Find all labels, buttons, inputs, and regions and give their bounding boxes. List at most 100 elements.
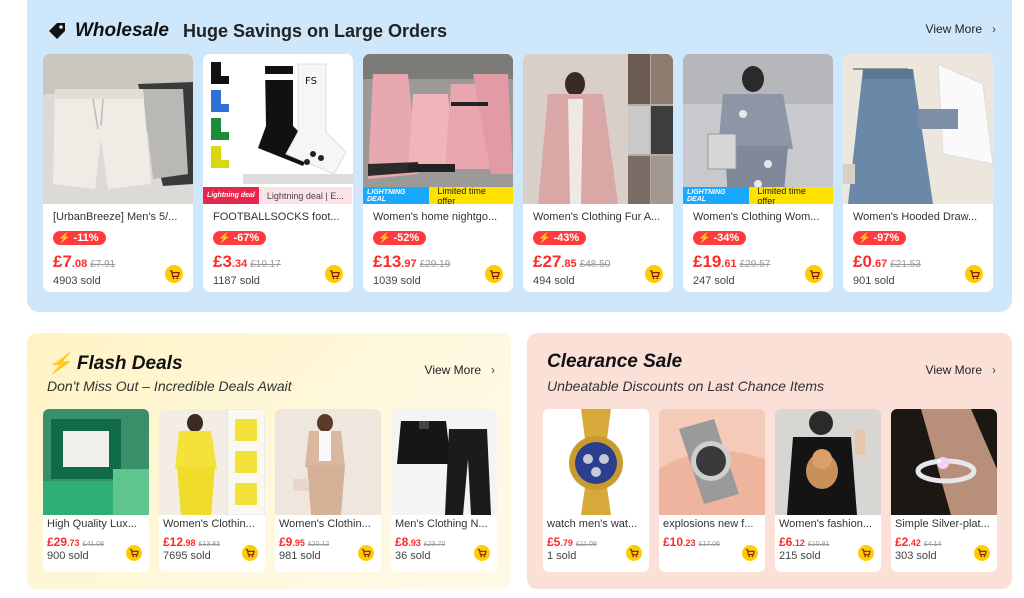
product-card[interactable]: Men's Clothing N... £8.93 £23.70 36 sold: [391, 409, 497, 572]
product-image-gold-watch[interactable]: [543, 409, 649, 515]
cart-icon: [245, 549, 255, 558]
product-card[interactable]: LIGHTNING DEAL Limited time offer Women'…: [683, 54, 833, 292]
product-card[interactable]: Simple Silver-plat... £2.42 £4.14 303 sol…: [891, 409, 997, 572]
product-card[interactable]: watch men's wat... £5.79 £11.09 1 sold: [543, 409, 649, 572]
cart-icon: [129, 549, 139, 558]
view-more-label: View More: [424, 363, 481, 377]
price: £10.23 £17.06: [663, 535, 720, 549]
product-image-bear-tshirt[interactable]: [775, 409, 881, 515]
product-image-grey-shorts[interactable]: [43, 54, 193, 204]
product-image-beige-set[interactable]: [275, 409, 381, 515]
add-to-cart-button[interactable]: [626, 545, 642, 561]
price: £7.08 £7.91: [53, 252, 116, 271]
product-title[interactable]: Women's Hooded Draw...: [853, 211, 987, 223]
discount-badge: ⚡ -97%: [853, 231, 907, 245]
product-title[interactable]: Simple Silver-plat...: [895, 518, 995, 530]
discount-badge: ⚡ -52%: [373, 231, 427, 245]
product-title[interactable]: Women's Clothing Fur A...: [533, 211, 667, 223]
chevron-right-icon: ›: [992, 363, 996, 377]
sold-count: 900 sold: [47, 550, 89, 562]
add-to-cart-button[interactable]: [742, 545, 758, 561]
product-title[interactable]: Women's fashion...: [779, 518, 879, 530]
clearance-sale-section: Clearance Sale Unbeatable Discounts on L…: [527, 333, 1012, 589]
product-title[interactable]: Women's home nightgo...: [373, 211, 507, 223]
cart-icon: [361, 549, 371, 558]
product-card[interactable]: Women's fashion... £6.12 £10.91 215 sold: [775, 409, 881, 572]
wholesale-product-list: [UrbanBreeze] Men's 5/... ⚡ -11% £7.08 £7.…: [43, 54, 993, 292]
product-title[interactable]: Women's Clothin...: [163, 518, 263, 530]
product-image-black-set[interactable]: [391, 409, 497, 515]
cart-icon: [809, 269, 820, 279]
price: £3.34 £10.17: [213, 252, 281, 271]
product-card[interactable]: FS Lightning deal Lightning deal | E... …: [203, 54, 353, 292]
product-title[interactable]: explosions new f...: [663, 518, 763, 530]
product-image-football-socks[interactable]: FS Lightning deal Lightning deal | E...: [203, 54, 353, 204]
product-title[interactable]: High Quality Lux...: [47, 518, 147, 530]
sold-count: 1 sold: [547, 550, 577, 562]
product-image-silver-ring[interactable]: [891, 409, 997, 515]
add-to-cart-button[interactable]: [325, 265, 343, 283]
product-card[interactable]: Women's Clothin... £9.95 £20.12 981 sold: [275, 409, 381, 572]
product-card[interactable]: Women's Clothin... £12.98 £13.83 7695 sol…: [159, 409, 265, 572]
product-title[interactable]: Men's Clothing N...: [395, 518, 495, 530]
price: £5.79 £11.09: [547, 535, 597, 549]
product-card[interactable]: Women's Clothing Fur A... ⚡ -43% £27.85 £4…: [523, 54, 673, 292]
sold-count: 215 sold: [779, 550, 821, 562]
discount-badge: ⚡ -34%: [693, 231, 747, 245]
product-title[interactable]: [UrbanBreeze] Men's 5/...: [53, 211, 187, 223]
add-to-cart-button[interactable]: [974, 545, 990, 561]
lightning-icon: ⚡: [58, 232, 71, 244]
clearance-view-more-link[interactable]: View More ›: [926, 363, 996, 377]
add-to-cart-button[interactable]: [965, 265, 983, 283]
product-image-grey-set[interactable]: LIGHTNING DEAL Limited time offer: [683, 54, 833, 204]
add-to-cart-button[interactable]: [358, 545, 374, 561]
product-card[interactable]: LIGHTNING DEAL Limited time offer Women'…: [363, 54, 513, 292]
sold-count: 303 sold: [895, 550, 937, 562]
product-image-green-watch-box[interactable]: [43, 409, 149, 515]
add-to-cart-button[interactable]: [126, 545, 142, 561]
product-title[interactable]: Women's Clothin...: [279, 518, 379, 530]
add-to-cart-button[interactable]: [645, 265, 663, 283]
sold-count: 4903 sold: [53, 275, 101, 287]
add-to-cart-button[interactable]: [805, 265, 823, 283]
product-image-silver-watch[interactable]: [659, 409, 765, 515]
sold-count: 901 sold: [853, 275, 895, 287]
product-card[interactable]: [UrbanBreeze] Men's 5/... ⚡ -11% £7.08 £7.…: [43, 54, 193, 292]
add-to-cart-button[interactable]: [165, 265, 183, 283]
wholesale-subtitle: Huge Savings on Large Orders: [182, 20, 448, 41]
product-image-pink-nightgown[interactable]: LIGHTNING DEAL Limited time offer: [363, 54, 513, 204]
clearance-header: Clearance Sale: [547, 351, 682, 373]
chevron-right-icon: ›: [992, 22, 996, 36]
view-more-label: View More: [925, 22, 982, 36]
sold-count: 494 sold: [533, 275, 575, 287]
product-title[interactable]: FOOTBALLSOCKS foot...: [213, 211, 347, 223]
product-card[interactable]: explosions new f... £10.23 £17.06: [659, 409, 765, 572]
wholesale-view-more-link[interactable]: View More ›: [926, 22, 996, 36]
add-to-cart-button[interactable]: [474, 545, 490, 561]
sold-count: 1039 sold: [373, 275, 421, 287]
cart-icon: [969, 269, 980, 279]
add-to-cart-button[interactable]: [242, 545, 258, 561]
product-card[interactable]: High Quality Lux... £29.73 £41.08 900 sol…: [43, 409, 149, 572]
discount-badge: ⚡ -43%: [533, 231, 587, 245]
price: £27.85 £48.50: [533, 252, 611, 271]
price: £13.97 £29.19: [373, 252, 451, 271]
price: £29.73 £41.08: [47, 535, 104, 549]
product-image-yellow-set[interactable]: [159, 409, 265, 515]
flash-deals-section: ⚡ Flash Deals Don't Miss Out – Incredibl…: [27, 333, 511, 589]
product-image-denim-skirt[interactable]: [843, 54, 993, 204]
lightning-deal-banner: LIGHTNING DEAL Limited time offer: [363, 186, 513, 204]
sold-count: 1187 sold: [213, 275, 260, 287]
product-card[interactable]: Women's Hooded Draw... ⚡ -97% £0.67 £21.53…: [843, 54, 993, 292]
flash-view-more-link[interactable]: View More ›: [425, 363, 495, 377]
lightning-icon: ⚡: [538, 232, 551, 244]
add-to-cart-button[interactable]: [485, 265, 503, 283]
product-title[interactable]: watch men's wat...: [547, 518, 647, 530]
product-title[interactable]: Women's Clothing Wom...: [693, 211, 827, 223]
clearance-subtitle: Unbeatable Discounts on Last Chance Item…: [547, 378, 825, 394]
cart-icon: [629, 549, 639, 558]
sold-count: 36 sold: [395, 550, 431, 562]
product-image-fur-coat[interactable]: [523, 54, 673, 204]
price: £8.93 £23.70: [395, 535, 446, 549]
add-to-cart-button[interactable]: [858, 545, 874, 561]
